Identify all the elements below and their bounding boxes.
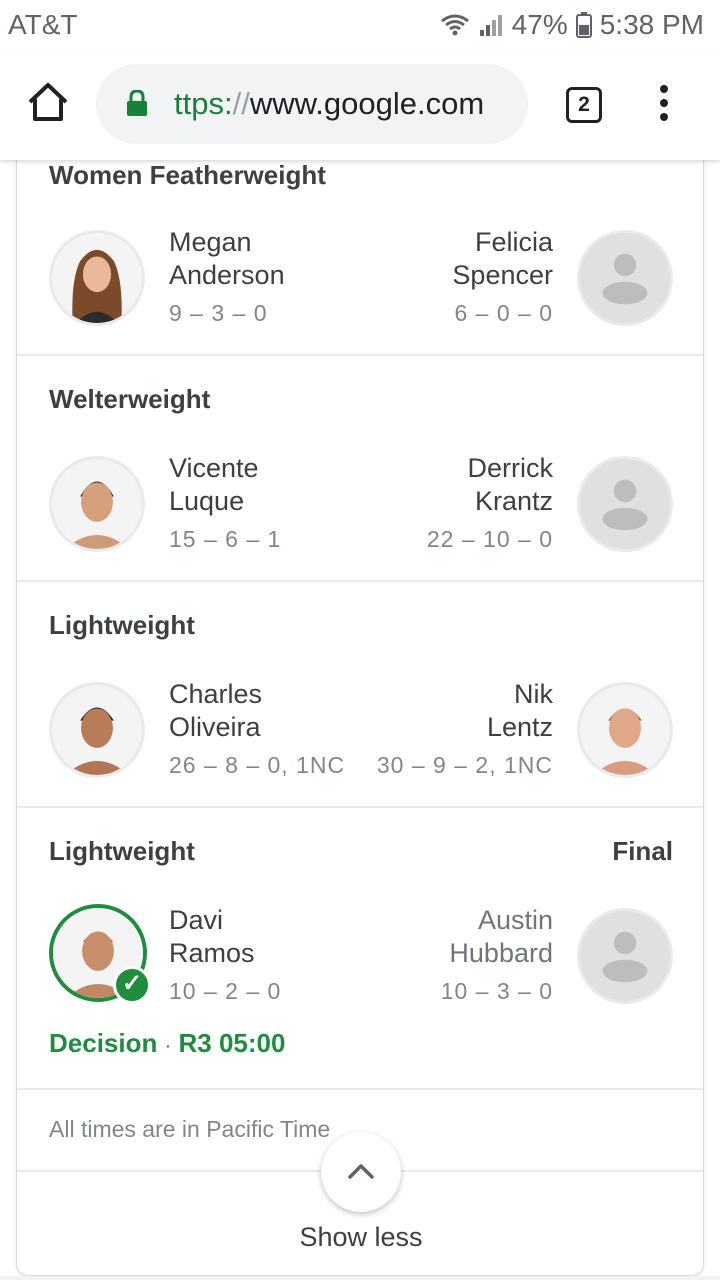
fight-row[interactable]: Welterweight Vicente Luque 15 – 6 – 1 Der… xyxy=(17,356,703,582)
fighter2-record: 30 – 9 – 2, 1NC xyxy=(376,752,553,778)
page-bottom-edge xyxy=(0,1276,720,1280)
clock: 5:38 PM xyxy=(599,9,704,40)
fight-row[interactable]: Lightweight Final ✓ Davi Ramos 10 – 2 – 0… xyxy=(17,808,703,1090)
placeholder-avatar-icon xyxy=(577,456,673,552)
checkmark-icon: ✓ xyxy=(113,966,151,1004)
signal-icon xyxy=(479,15,502,36)
fighter1-name: Davi Ramos xyxy=(169,905,255,968)
address-bar[interactable]: ttps://www.google.com xyxy=(96,64,528,144)
fighter2-name: Nik Lentz xyxy=(486,679,553,742)
carrier-label: AT&T xyxy=(8,9,78,40)
fighter1-record: 10 – 2 – 0 xyxy=(169,978,282,1004)
tab-switcher-button[interactable]: 2 xyxy=(566,87,602,123)
division-label: Lightweight xyxy=(49,610,195,640)
fighter1-name: Charles Oliveira xyxy=(169,679,263,742)
fighter-photo xyxy=(577,682,673,778)
battery-percent: 47% xyxy=(511,9,568,40)
chevron-up-icon xyxy=(348,1164,374,1179)
division-label: Women Featherweight xyxy=(49,160,326,190)
division-label: Lightweight xyxy=(49,836,195,866)
fighter2-name: Austin Hubbard xyxy=(449,905,553,968)
url-host: www.google.com xyxy=(249,86,485,121)
fighter-photo xyxy=(49,456,145,552)
fighter1-record: 9 – 3 – 0 xyxy=(169,300,268,326)
fighter1-record: 26 – 8 – 0, 1NC xyxy=(169,752,346,778)
fight-result: Decision · R3 05:00 xyxy=(49,1028,286,1058)
fighter2-record: 10 – 3 – 0 xyxy=(440,978,553,1004)
status-bar: AT&T 47% 5:38 PM xyxy=(0,0,720,50)
fight-status-label: Final xyxy=(612,836,673,866)
url-text: ttps://www.google.com xyxy=(174,86,484,122)
fighter1-record: 15 – 6 – 1 xyxy=(169,526,282,552)
wifi-icon xyxy=(440,14,469,36)
fight-row[interactable]: Women Featherweight Megan Anderson 9 – 3 … xyxy=(17,160,703,356)
placeholder-avatar-icon xyxy=(577,230,673,326)
collapse-button[interactable] xyxy=(321,1132,401,1212)
lock-icon xyxy=(127,90,147,116)
winner-photo: ✓ xyxy=(49,904,151,1004)
fighter2-record: 6 – 0 – 0 xyxy=(454,300,553,326)
fighter2-record: 22 – 10 – 0 xyxy=(426,526,553,552)
home-icon[interactable] xyxy=(26,80,70,124)
fight-results-card: Women Featherweight Megan Anderson 9 – 3 … xyxy=(16,160,704,1276)
battery-icon xyxy=(575,12,592,38)
url-scheme: ttps: xyxy=(174,86,233,121)
fight-row[interactable]: Lightweight Charles Oliveira 26 – 8 – 0, … xyxy=(17,582,703,808)
fighter1-name: Vicente Luque xyxy=(169,453,259,516)
fighter2-name: Felicia Spencer xyxy=(452,227,553,290)
browser-toolbar: ttps://www.google.com 2 xyxy=(0,50,720,160)
placeholder-avatar-icon xyxy=(577,908,673,1004)
timezone-note: All times are in Pacific Time xyxy=(49,1116,331,1142)
fighter2-name: Derrick Krantz xyxy=(467,453,554,516)
division-label: Welterweight xyxy=(49,384,211,414)
status-icons: 47% 5:38 PM xyxy=(440,9,704,41)
fighter1-name: Megan Anderson xyxy=(169,227,285,290)
fighter-photo xyxy=(49,230,145,326)
overflow-menu-icon[interactable] xyxy=(652,85,676,125)
url-separator: // xyxy=(232,86,250,121)
fighter-photo xyxy=(49,682,145,778)
show-less-button[interactable]: Show less xyxy=(17,1222,703,1253)
